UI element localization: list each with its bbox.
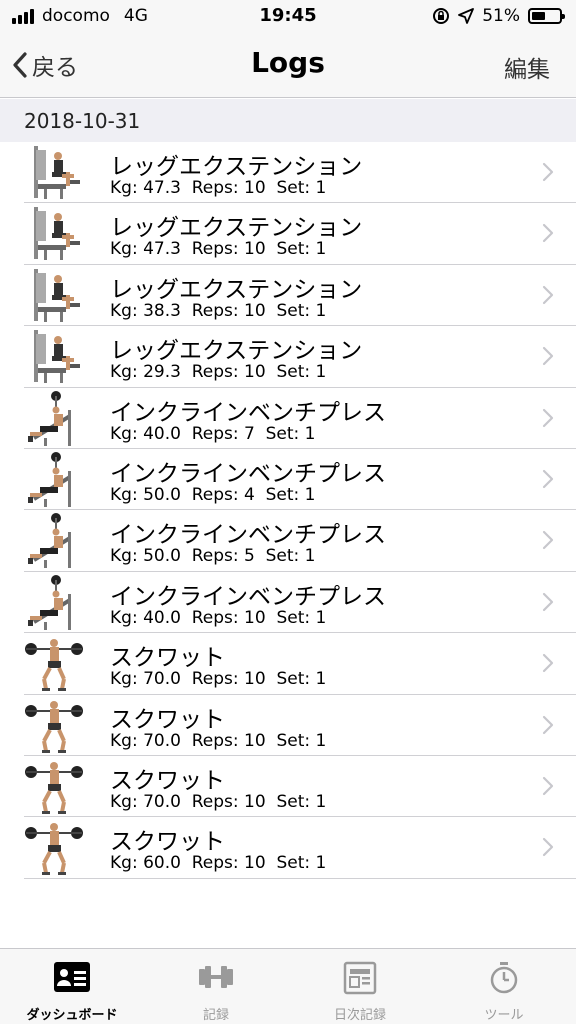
log-row[interactable]: インクラインベンチプレス Kg: 40.0 Reps: 10 Set: 1: [24, 572, 576, 634]
battery-percentage: 51%: [482, 6, 520, 26]
log-row[interactable]: インクラインベンチプレス Kg: 50.0 Reps: 4 Set: 1: [24, 449, 576, 511]
date-section-header: 2018-10-31: [0, 99, 576, 142]
edit-button[interactable]: 編集: [504, 50, 550, 84]
exercise-name: スクワット: [110, 767, 225, 794]
orientation-lock-icon: [433, 8, 450, 24]
tab-dumbbell[interactable]: 記録: [144, 949, 288, 1024]
leg-extension-image: [24, 267, 84, 324]
set-detail: Kg: 29.3 Reps: 10 Set: 1: [110, 362, 327, 383]
tab-bar: ダッシュボード 記録 日次記録 ツール: [0, 948, 576, 1024]
leg-extension-image: [24, 144, 84, 201]
log-row[interactable]: レッグエクステンション Kg: 38.3 Reps: 10 Set: 1: [24, 265, 576, 327]
incline-bench-press-image: [24, 451, 84, 508]
exercise-name: スクワット: [110, 706, 225, 733]
set-detail: Kg: 60.0 Reps: 10 Set: 1: [110, 853, 327, 874]
incline-bench-press-image: [24, 512, 84, 569]
set-detail: Kg: 40.0 Reps: 7 Set: 1: [110, 423, 316, 444]
leg-extension-image: [24, 328, 84, 385]
log-list: レッグエクステンション Kg: 47.3 Reps: 10 Set: 1 レッグ…: [0, 142, 576, 879]
exercise-name: インクラインベンチプレス: [110, 460, 386, 487]
tab-label: 日次記録: [333, 1008, 386, 1023]
log-row[interactable]: インクラインベンチプレス Kg: 40.0 Reps: 7 Set: 1: [24, 388, 576, 449]
status-bar: docomo 4G 19:45 51%: [0, 0, 576, 34]
battery-fill: [532, 12, 546, 20]
exercise-name: レッグエクステンション: [110, 154, 363, 180]
log-row[interactable]: レッグエクステンション Kg: 29.3 Reps: 10 Set: 1: [24, 326, 576, 388]
log-row[interactable]: インクラインベンチプレス Kg: 50.0 Reps: 5 Set: 1: [24, 510, 576, 572]
exercise-name: レッグエクステンション: [110, 276, 363, 303]
log-row[interactable]: スクワット Kg: 70.0 Reps: 10 Set: 1: [24, 695, 576, 756]
stopwatch-icon: [487, 961, 521, 999]
chevron-right-icon: [542, 469, 554, 489]
status-right: 51%: [432, 6, 565, 26]
chevron-right-icon: [542, 347, 554, 366]
daily-log-icon: [343, 961, 377, 999]
log-row[interactable]: スクワット Kg: 60.0 Reps: 10 Set: 1: [24, 817, 576, 879]
squat-image: [24, 819, 84, 876]
navigation-bar: 戻る Logs 編集: [0, 34, 576, 98]
exercise-name: レッグエクステンション: [110, 215, 363, 242]
leg-extension-image: [24, 205, 84, 262]
chevron-right-icon: [542, 715, 554, 734]
chevron-right-icon: [542, 776, 554, 796]
set-detail: Kg: 70.0 Reps: 10 Set: 1: [110, 669, 327, 690]
exercise-name: インクラインベンチプレス: [110, 522, 386, 549]
log-row[interactable]: レッグエクステンション Kg: 47.3 Reps: 10 Set: 1: [24, 203, 576, 265]
log-row[interactable]: レッグエクステンション Kg: 47.3 Reps: 10 Set: 1: [24, 142, 576, 204]
set-detail: Kg: 47.3 Reps: 10 Set: 1: [110, 239, 327, 260]
incline-bench-press-image: [24, 390, 84, 447]
set-detail: Kg: 70.0 Reps: 10 Set: 1: [110, 730, 327, 751]
tab-label: 記録: [202, 1008, 229, 1023]
tab-label: ツール: [484, 1008, 524, 1023]
squat-image: [24, 635, 84, 692]
incline-bench-press-image: [24, 574, 84, 631]
tab-daily-log[interactable]: 日次記録: [288, 949, 432, 1024]
set-detail: Kg: 47.3 Reps: 10 Set: 1: [110, 178, 327, 198]
battery-icon: [528, 8, 565, 24]
dashboard-icon: [53, 961, 91, 997]
squat-image: [24, 758, 84, 815]
exercise-name: スクワット: [110, 645, 225, 672]
chevron-right-icon: [542, 285, 554, 304]
set-detail: Kg: 50.0 Reps: 4 Set: 1: [110, 484, 316, 505]
log-row[interactable]: スクワット Kg: 70.0 Reps: 10 Set: 1: [24, 633, 576, 695]
exercise-name: インクラインベンチプレス: [110, 399, 386, 426]
page-title: Logs: [251, 46, 325, 79]
chevron-right-icon: [542, 224, 554, 243]
exercise-name: レッグエクステンション: [110, 338, 363, 365]
chevron-right-icon: [542, 838, 554, 857]
exercise-name: インクラインベンチプレス: [110, 583, 386, 610]
dumbbell-icon: [197, 961, 235, 997]
chevron-right-icon: [542, 162, 554, 182]
tab-label: ダッシュボード: [26, 1008, 118, 1023]
squat-image: [24, 697, 84, 754]
set-detail: Kg: 70.0 Reps: 10 Set: 1: [110, 791, 327, 812]
location-arrow-icon: [458, 8, 475, 24]
tab-stopwatch[interactable]: ツール: [432, 949, 576, 1024]
chevron-right-icon: [542, 654, 554, 673]
chevron-right-icon: [542, 408, 554, 427]
exercise-name: スクワット: [110, 829, 225, 856]
set-detail: Kg: 40.0 Reps: 10 Set: 1: [110, 607, 327, 628]
set-detail: Kg: 50.0 Reps: 5 Set: 1: [110, 546, 316, 567]
chevron-right-icon: [542, 592, 554, 611]
log-row[interactable]: スクワット Kg: 70.0 Reps: 10 Set: 1: [24, 756, 576, 818]
chevron-right-icon: [542, 531, 554, 550]
section-date: 2018-10-31: [24, 109, 141, 133]
tab-dashboard[interactable]: ダッシュボード: [0, 949, 144, 1024]
set-detail: Kg: 38.3 Reps: 10 Set: 1: [110, 300, 327, 321]
